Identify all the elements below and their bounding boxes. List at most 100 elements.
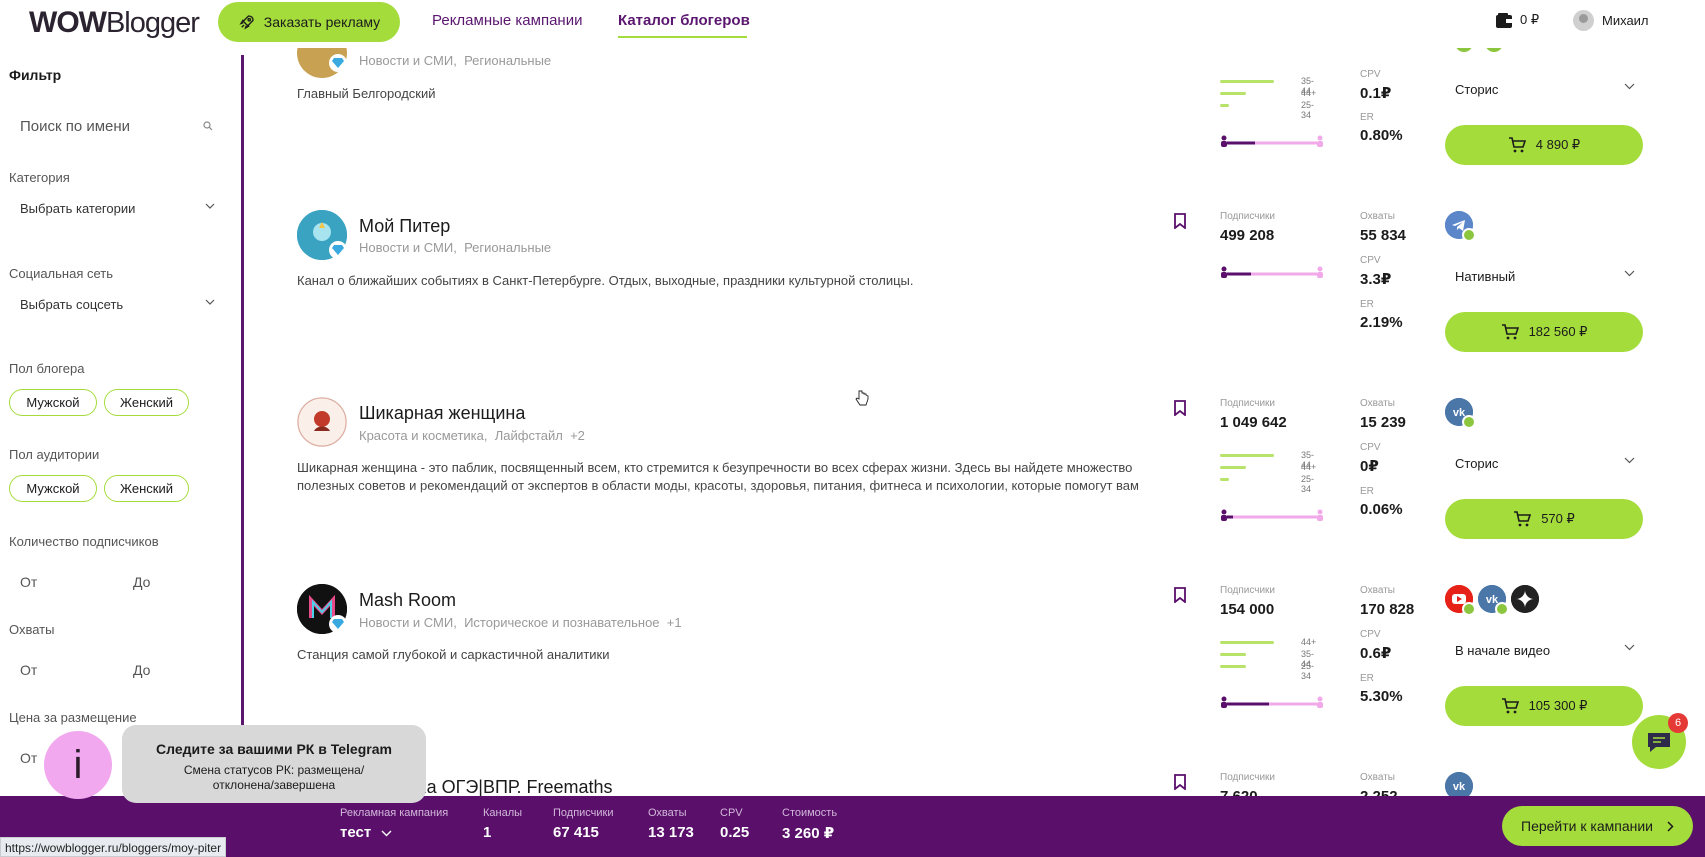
- youtube-icon[interactable]: [1445, 585, 1476, 616]
- subscribers-from-input[interactable]: От: [20, 574, 37, 590]
- format-select[interactable]: В начале видео: [1455, 643, 1635, 658]
- chevron-right-icon: [1667, 820, 1674, 832]
- subscribers-filter-label: Количество подписчиков: [9, 534, 159, 549]
- cpv-value: 3.3₽: [1360, 271, 1392, 288]
- blogger-description: Канал о ближайших событиях в Санкт-Петер…: [297, 273, 914, 288]
- channels-label: Каналы: [483, 807, 523, 819]
- avatar: [1573, 10, 1594, 31]
- age-bars: 35-44 44+ 25-34: [1220, 76, 1316, 120]
- blogger-name[interactable]: Мой Питер: [359, 216, 450, 237]
- go-to-campaign-button[interactable]: Перейти к кампании: [1502, 806, 1693, 846]
- add-to-cart-button[interactable]: 105 300 ₽: [1445, 686, 1643, 726]
- order-ad-button[interactable]: Заказать рекламу: [218, 2, 400, 42]
- cost-label: Стоимость: [782, 807, 838, 819]
- vk-icon[interactable]: vk: [1445, 398, 1476, 429]
- chevron-down-icon: [1624, 270, 1635, 277]
- search-input[interactable]: Поиск по имени: [9, 110, 219, 142]
- blogger-avatar[interactable]: [297, 397, 347, 447]
- format-select[interactable]: Сторис: [1455, 456, 1635, 471]
- campaign-select[interactable]: тест: [340, 824, 392, 841]
- reach-value: 13 173: [648, 824, 694, 841]
- blogger-gender-male-chip[interactable]: Мужской: [9, 389, 97, 416]
- blogger-description: Шикарная женщина - это паблик, посвященн…: [297, 460, 1139, 493]
- cart-icon: [1508, 137, 1526, 153]
- campaign-label: Рекламная кампания: [340, 807, 449, 819]
- subscribers-value: 154 000: [1220, 601, 1275, 618]
- blogger-categories: Новости и СМИ, Историческое и познавател…: [359, 615, 682, 630]
- social-select[interactable]: Выбрать соцсеть: [20, 297, 215, 312]
- audience-gender-male-chip[interactable]: Мужской: [9, 475, 97, 502]
- reach-value: 55 834: [1360, 227, 1406, 244]
- nav-campaigns[interactable]: Рекламные кампании: [432, 12, 582, 29]
- chevron-down-icon: [381, 830, 392, 837]
- category-select[interactable]: Выбрать категории: [20, 201, 215, 216]
- reach-to-input[interactable]: До: [133, 662, 150, 678]
- reach-value: 15 239: [1360, 414, 1406, 431]
- bookmark-icon[interactable]: [1173, 774, 1187, 790]
- add-to-cart-button[interactable]: 4 890 ₽: [1445, 125, 1643, 165]
- gender-split-bar: [1221, 696, 1323, 708]
- er-label: ER: [1360, 299, 1374, 310]
- vk-icon[interactable]: vk: [1478, 585, 1509, 616]
- wallet-icon: [1496, 12, 1512, 28]
- subscribers-value: 1 049 642: [1220, 414, 1287, 431]
- er-value: 0.06%: [1360, 501, 1403, 518]
- bookmark-icon[interactable]: [1173, 400, 1187, 416]
- wallet-balance[interactable]: 0 ₽: [1496, 12, 1539, 28]
- audience-gender-label: Пол аудитории: [9, 447, 100, 462]
- subs-label: Подписчики: [553, 807, 614, 819]
- price-value: 4 890 ₽: [1535, 137, 1581, 152]
- reach-label: Охваты: [1360, 772, 1395, 783]
- subscribers-label: Подписчики: [1220, 211, 1276, 222]
- format-select[interactable]: Сторис: [1455, 82, 1635, 97]
- blogger-name[interactable]: Mash Room: [359, 590, 456, 611]
- blogger-categories: Новости и СМИ, Региональные: [359, 53, 552, 68]
- format-value: Сторис: [1455, 456, 1499, 471]
- toast-title: Следите за вашими РК в Telegram: [156, 741, 392, 757]
- cpv-value: 0.6₽: [1360, 645, 1392, 662]
- reach-label: Охваты: [1360, 585, 1395, 596]
- audience-gender-female-chip[interactable]: Женский: [104, 475, 189, 502]
- age-bars: 44+ 35-44 25-34: [1220, 637, 1316, 681]
- gender-split-bar: [1221, 509, 1323, 521]
- cost-value: 3 260 ₽: [782, 825, 835, 842]
- diamond-icon: [329, 241, 347, 259]
- reach-label: Охваты: [648, 807, 687, 819]
- bookmark-icon[interactable]: [1173, 213, 1187, 229]
- blogger-description: Главный Белгородский: [297, 86, 436, 101]
- gender-split-bar: [1221, 266, 1323, 278]
- subscribers-to-input[interactable]: До: [133, 574, 150, 590]
- add-to-cart-button[interactable]: 182 560 ₽: [1445, 312, 1643, 352]
- telegram-promo-toast[interactable]: Следите за вашими РК в Telegram Смена ст…: [122, 725, 426, 803]
- price-from-input[interactable]: От: [20, 750, 37, 766]
- logo-bold-text: WOW: [29, 6, 107, 39]
- balance-value: 0 ₽: [1520, 12, 1540, 27]
- subs-value: 67 415: [553, 824, 599, 841]
- zen-icon[interactable]: [1511, 585, 1539, 613]
- bookmark-icon[interactable]: [1173, 587, 1187, 603]
- add-to-cart-button[interactable]: 570 ₽: [1445, 499, 1643, 539]
- logo[interactable]: WOWBlogger: [29, 6, 200, 40]
- info-icon: i: [44, 731, 112, 799]
- nav-catalog[interactable]: Каталог блогеров: [618, 12, 750, 29]
- telegram-icon[interactable]: [1445, 211, 1476, 242]
- reach-from-input[interactable]: От: [20, 662, 37, 678]
- reach-value: 170 828: [1360, 601, 1415, 618]
- user-menu[interactable]: Михаил: [1573, 10, 1649, 31]
- channels-value: 1: [483, 824, 492, 841]
- cpv-value: 0.1₽: [1360, 85, 1392, 102]
- blogger-gender-female-chip[interactable]: Женский: [104, 389, 189, 416]
- svg-text:vk: vk: [1453, 781, 1466, 793]
- cpv-label: CPV: [1360, 255, 1381, 266]
- cpv-value: 0.25: [720, 824, 750, 841]
- blogger-name[interactable]: Шикарная женщина: [359, 403, 525, 424]
- logo-light-text: Blogger: [105, 7, 200, 39]
- blogger-name[interactable]: тика ОГЭ|ВПР. Freemaths: [400, 777, 613, 798]
- chevron-down-icon: [205, 299, 215, 305]
- user-name: Михаил: [1602, 13, 1649, 28]
- cpv-label: CPV: [1360, 442, 1381, 453]
- er-label: ER: [1360, 486, 1374, 497]
- chat-widget-button[interactable]: 6: [1632, 713, 1688, 769]
- format-select[interactable]: Нативный: [1455, 269, 1635, 284]
- cart-icon: [1514, 511, 1532, 527]
